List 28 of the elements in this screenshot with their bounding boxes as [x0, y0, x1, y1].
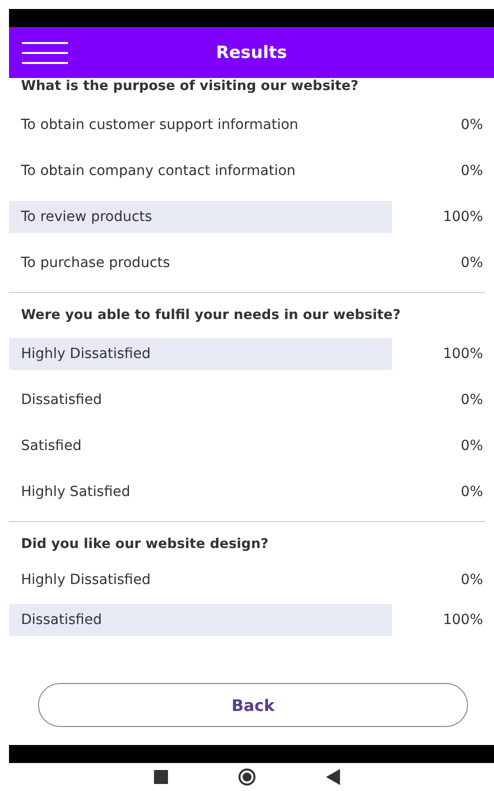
answer-percentage: 0% — [460, 484, 484, 500]
question-text: Did you like our website design? — [20, 535, 270, 554]
answer-percentage: 100% — [442, 209, 484, 225]
answer-option[interactable]: To obtain customer support information — [9, 109, 392, 141]
answer-option[interactable]: Highly Dissatisfied — [9, 338, 392, 370]
back-triangle-icon[interactable] — [326, 769, 340, 785]
answer-percentage: 0% — [460, 255, 484, 271]
answer-percentage: 0% — [460, 163, 484, 179]
answer-percentage: 100% — [442, 612, 484, 628]
answer-option[interactable]: To review products — [9, 201, 392, 233]
back-button[interactable]: Back — [38, 683, 468, 727]
answer-option[interactable]: Dissatisfied — [9, 604, 392, 636]
answer-option[interactable]: To obtain company contact information — [9, 155, 392, 187]
question-text: Were you able to fulfil your needs in our website? — [20, 306, 402, 325]
home-icon[interactable] — [238, 768, 256, 786]
answer-percentage: 100% — [442, 346, 484, 362]
answer-option[interactable]: Dissatisfied — [9, 384, 392, 416]
answer-option[interactable]: To purchase products — [9, 247, 392, 279]
screen-title: Results — [216, 42, 287, 62]
answer-option[interactable]: Satisfied — [9, 430, 392, 462]
answer-option[interactable]: Highly Satisfied — [9, 476, 392, 508]
answer-percentage: 0% — [460, 438, 484, 454]
answer-percentage: 0% — [460, 117, 484, 133]
menu-icon[interactable] — [22, 42, 68, 64]
answer-percentage: 0% — [460, 572, 484, 588]
question-text: What is the purpose of visiting our website? — [20, 78, 360, 96]
answer-percentage: 0% — [460, 392, 484, 408]
answer-option[interactable]: Highly Dissatisfied — [9, 564, 392, 596]
